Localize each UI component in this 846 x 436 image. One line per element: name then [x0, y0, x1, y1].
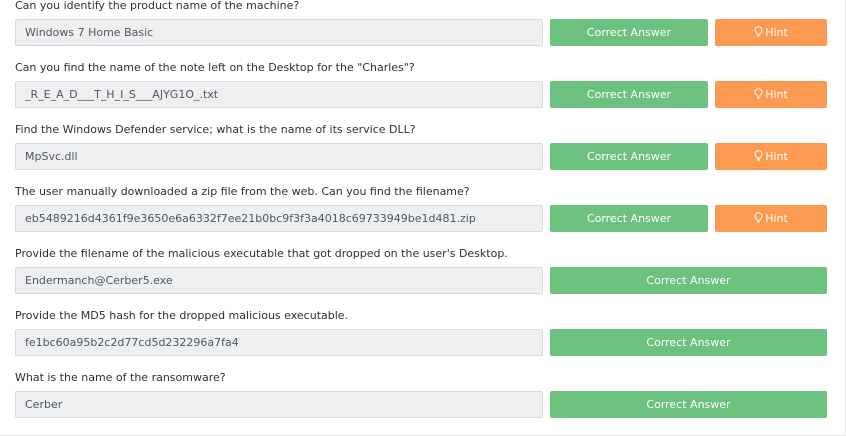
lightbulb-icon: [754, 212, 763, 223]
correct-answer-button[interactable]: Correct Answer: [550, 329, 827, 356]
answer-field[interactable]: fe1bc60a95b2c2d77cd5d232296a7fa4: [15, 329, 543, 356]
question-label: Provide the filename of the malicious ex…: [15, 247, 508, 260]
answer-field[interactable]: eb5489216d4361f9e3650e6a6332f7ee21b0bc9f…: [15, 205, 543, 232]
question-label: Can you identify the product name of the…: [15, 0, 300, 12]
question-label: The user manually downloaded a zip file …: [15, 185, 470, 198]
correct-answer-button[interactable]: Correct Answer: [550, 391, 827, 418]
hint-button[interactable]: Hint: [715, 19, 827, 46]
question-label: Provide the MD5 hash for the dropped mal…: [15, 309, 349, 322]
question-6: Provide the MD5 hash for the dropped mal…: [0, 309, 846, 371]
question-5: Provide the filename of the malicious ex…: [0, 247, 846, 309]
correct-answer-button[interactable]: Correct Answer: [550, 19, 708, 46]
answer-field[interactable]: MpSvc.dll: [15, 143, 543, 170]
question-label: Find the Windows Defender service; what …: [15, 123, 416, 136]
question-2: Can you find the name of the note left o…: [0, 61, 846, 123]
correct-answer-button[interactable]: Correct Answer: [550, 267, 827, 294]
question-label: Can you find the name of the note left o…: [15, 61, 415, 74]
question-4: The user manually downloaded a zip file …: [0, 185, 846, 247]
questions-panel: Can you identify the product name of the…: [0, 0, 846, 436]
correct-answer-button[interactable]: Correct Answer: [550, 143, 708, 170]
hint-label: Hint: [765, 26, 788, 39]
hint-button[interactable]: Hint: [715, 205, 827, 232]
answer-field[interactable]: _R_E_A_D___T_H_I_S___AJYG1O_.txt: [15, 81, 543, 108]
lightbulb-icon: [754, 150, 763, 161]
hint-label: Hint: [765, 150, 788, 163]
answer-field[interactable]: Cerber: [15, 391, 543, 418]
question-7: What is the name of the ransomware? Cerb…: [0, 371, 846, 433]
lightbulb-icon: [754, 26, 763, 37]
answer-field[interactable]: Endermanch@Cerber5.exe: [15, 267, 543, 294]
correct-answer-button[interactable]: Correct Answer: [550, 81, 708, 108]
hint-button[interactable]: Hint: [715, 81, 827, 108]
hint-label: Hint: [765, 88, 788, 101]
correct-answer-button[interactable]: Correct Answer: [550, 205, 708, 232]
question-1: Can you identify the product name of the…: [0, 0, 846, 61]
hint-label: Hint: [765, 212, 788, 225]
hint-button[interactable]: Hint: [715, 143, 827, 170]
answer-field[interactable]: Windows 7 Home Basic: [15, 19, 543, 46]
question-label: What is the name of the ransomware?: [15, 371, 226, 384]
lightbulb-icon: [754, 88, 763, 99]
question-3: Find the Windows Defender service; what …: [0, 123, 846, 185]
